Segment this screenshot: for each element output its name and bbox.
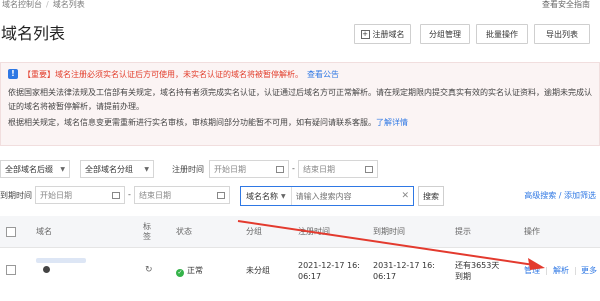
date-range-separator-2: - <box>128 190 131 199</box>
chevron-down-icon: ▼ <box>144 165 149 173</box>
row-tips-line-2: 到期 <box>455 272 471 281</box>
info-icon: ! <box>8 69 18 79</box>
register-icon: + <box>360 29 370 39</box>
group-select-value: 全部域名分组 <box>85 164 133 174</box>
more-link[interactable]: 更多 <box>581 265 597 276</box>
search-button[interactable]: 搜索 <box>418 186 444 206</box>
calendar-icon <box>365 165 373 173</box>
row-tips-line-1: 还有3653天 <box>455 261 500 270</box>
expire-start-date[interactable]: 开始日期 <box>35 186 125 204</box>
notice-line-2: 依据国家相关法律法规及工信部有关规定，域名持有者须完成实名认证，认证通过后域名方… <box>8 88 592 111</box>
action-divider: | <box>574 266 577 275</box>
row-register-date: 2021-12-17 16: <box>298 261 360 270</box>
notice-important-text: 【重要】域名注册必须实名认证后方可使用，未实名认证的域名将被暂停解析。 <box>23 70 303 79</box>
col-actions: 操作 <box>524 227 540 236</box>
resolve-link[interactable]: 解析 <box>553 265 569 276</box>
calendar-icon <box>276 165 284 173</box>
register-start-placeholder: 开始日期 <box>214 164 246 174</box>
play-icon[interactable] <box>43 266 50 273</box>
select-all-checkbox[interactable] <box>6 227 16 237</box>
search-box: 域名名称▼ ✕ <box>240 186 414 206</box>
register-time-label: 注册时间 <box>172 165 204 174</box>
top-strip: 域名控制台 / 域名列表 查看安全指南 <box>0 0 600 11</box>
col-expire-time[interactable]: 到期时间 <box>373 227 405 237</box>
domain-name-redacted[interactable] <box>36 258 86 263</box>
action-divider: | <box>545 266 548 275</box>
page-title: 域名列表 <box>1 24 66 43</box>
register-end-date[interactable]: 结束日期 <box>298 160 378 178</box>
notice-details-link[interactable]: 了解详情 <box>376 118 408 127</box>
register-domain-button[interactable]: + 注册域名 <box>354 24 411 44</box>
breadcrumb-root[interactable]: 域名控制台 <box>2 0 42 9</box>
search-type-value: 域名名称 <box>246 191 278 201</box>
chevron-down-icon: ▼ <box>281 192 286 200</box>
dnssec-icon[interactable]: ↻ <box>145 265 153 275</box>
expire-start-placeholder: 开始日期 <box>40 190 72 200</box>
clear-icon[interactable]: ✕ <box>401 191 409 201</box>
notice-announcement-link[interactable]: 查看公告 <box>307 70 339 79</box>
row-expire-time: 06:17 <box>373 272 397 281</box>
help-link[interactable]: 查看安全指南 <box>542 0 590 10</box>
col-tag: 标签 <box>143 222 151 241</box>
row-expire-date: 2031-12-17 16: <box>373 261 435 270</box>
notice-line-1: 【重要】域名注册必须实名认证后方可使用，未实名认证的域名将被暂停解析。 查看公告 <box>23 69 339 80</box>
row-status: ✓ 正常 <box>176 265 203 277</box>
suffix-select-value: 全部域名后缀 <box>5 164 53 174</box>
batch-ops-button[interactable]: 批量操作 <box>476 24 528 44</box>
table-header: 域名 标签 状态 分组 注册时间 到期时间 提示 操作 <box>0 216 600 248</box>
row-group: 未分组 <box>246 266 270 275</box>
expire-time-label: 到期时间 <box>0 191 32 200</box>
search-input[interactable] <box>291 191 392 201</box>
date-range-separator: - <box>292 164 295 173</box>
expire-end-placeholder: 结束日期 <box>139 190 171 200</box>
calendar-icon <box>217 191 225 199</box>
manage-link[interactable]: 管理 <box>524 265 540 276</box>
row-register-time: 06:17 <box>298 272 322 281</box>
row-checkbox[interactable] <box>6 265 16 275</box>
expire-end-date[interactable]: 结束日期 <box>134 186 230 204</box>
notice-line-3-text: 根据相关规定，域名信息变更需重新进行实名审核，审核期间部分功能暂不可用，如有疑问… <box>8 118 376 127</box>
export-list-button[interactable]: 导出列表 <box>534 24 590 44</box>
col-group: 分组 <box>246 227 262 236</box>
search-type-select[interactable]: 域名名称 ▼ <box>241 187 292 205</box>
notice-banner: ! 【重要】域名注册必须实名认证后方可使用，未实名认证的域名将被暂停解析。 查看公… <box>0 62 600 146</box>
breadcrumb: 域名控制台 / 域名列表 <box>2 0 85 9</box>
group-manage-label: 分组管理 <box>429 29 461 39</box>
batch-ops-label: 批量操作 <box>486 29 518 39</box>
col-register-time[interactable]: 注册时间 <box>298 227 330 237</box>
calendar-icon <box>112 191 120 199</box>
breadcrumb-current: 域名列表 <box>52 0 85 9</box>
col-tips: 提示 <box>455 227 471 236</box>
register-end-placeholder: 结束日期 <box>303 164 335 174</box>
row-status-text: 正常 <box>187 266 203 275</box>
notice-line-3: 根据相关规定，域名信息变更需重新进行实名审核，审核期间部分功能暂不可用，如有疑问… <box>8 116 593 130</box>
group-select[interactable]: 全部域名分组 ▼ <box>80 160 154 178</box>
col-status: 状态 <box>176 227 192 236</box>
col-domain: 域名 <box>36 227 52 236</box>
group-manage-button[interactable]: 分组管理 <box>420 24 470 44</box>
suffix-select[interactable]: 全部域名后缀 ▼ <box>0 160 70 178</box>
register-domain-label: 注册域名 <box>372 29 405 39</box>
register-start-date[interactable]: 开始日期 <box>209 160 289 178</box>
advanced-search-link[interactable]: 高级搜索 / 添加筛选 <box>524 190 596 201</box>
chevron-down-icon: ▼ <box>60 165 65 173</box>
status-check-icon: ✓ <box>176 269 184 277</box>
export-list-label: 导出列表 <box>546 29 578 39</box>
